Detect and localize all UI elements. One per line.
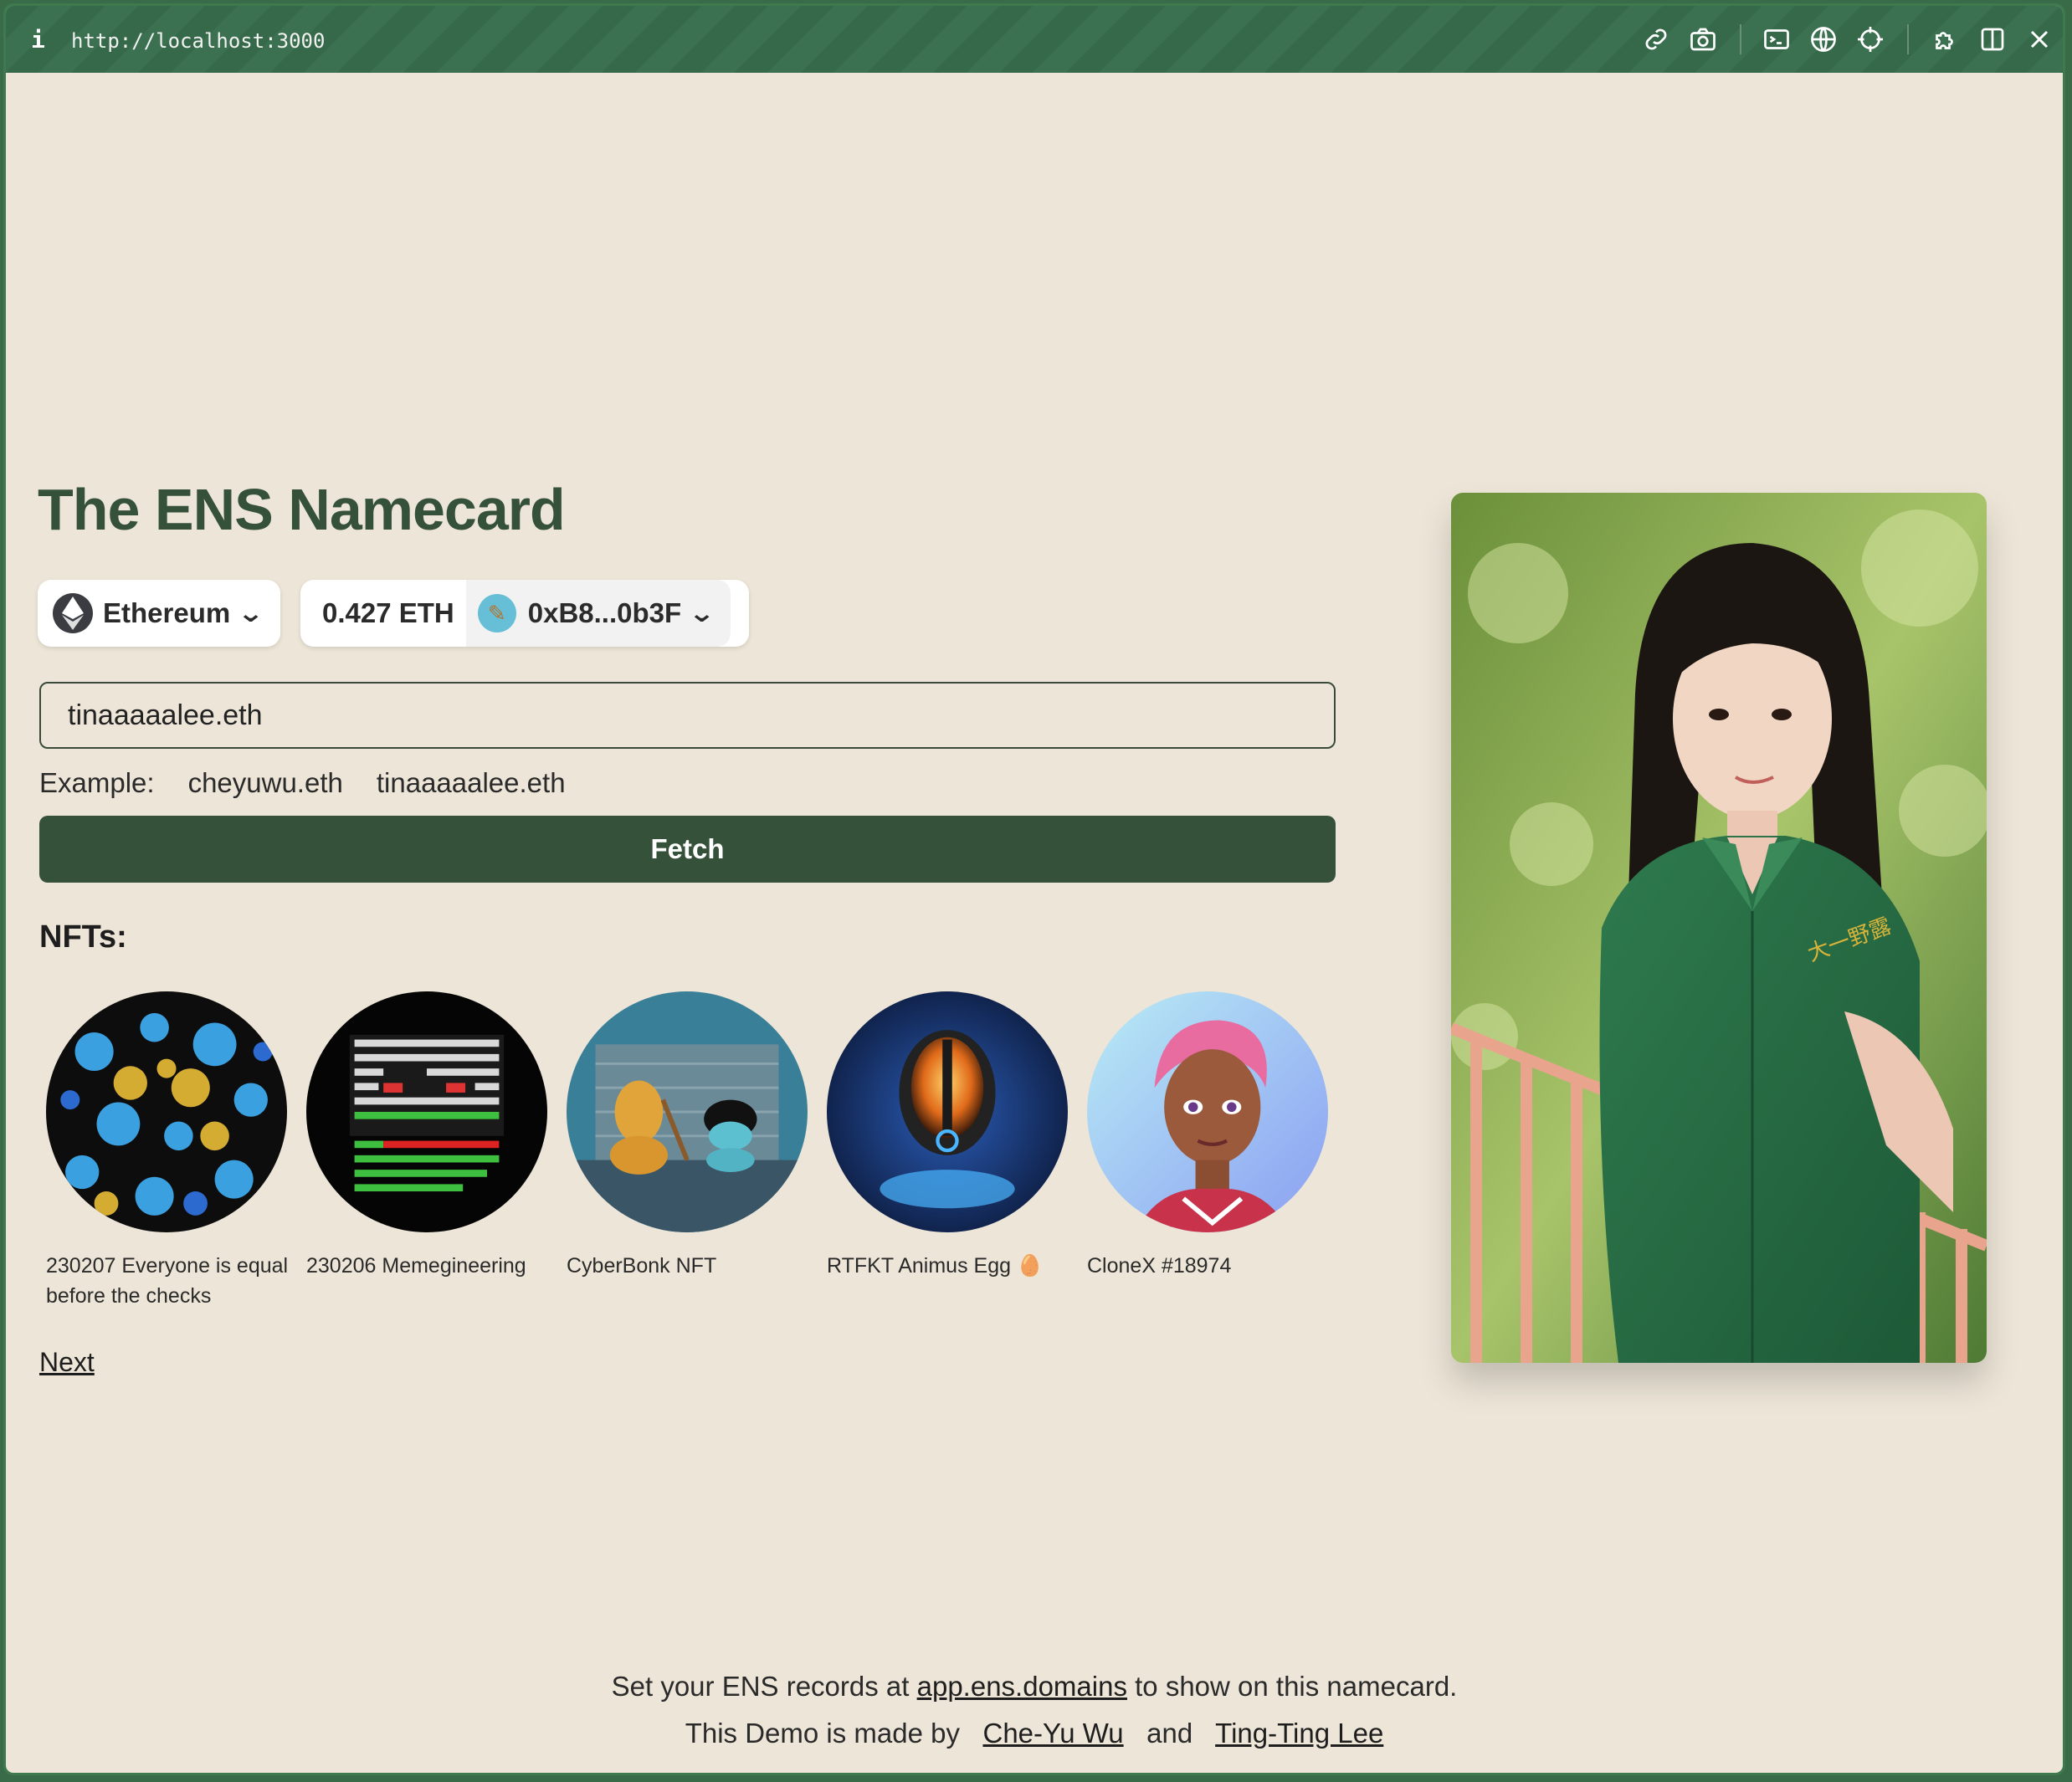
examples-row: Example: cheyuwu.eth tinaaaaalee.eth <box>39 767 566 799</box>
author-link-ting-ting-lee[interactable]: Ting-Ting Lee <box>1215 1718 1383 1749</box>
terminal-icon[interactable] <box>1762 24 1792 54</box>
camera-icon[interactable] <box>1688 24 1718 54</box>
profile-avatar-image: 大一野露 <box>1451 493 1987 1363</box>
examples-label: Example: <box>39 767 155 798</box>
example-link-tinaaaaalee[interactable]: tinaaaaalee.eth <box>377 767 566 799</box>
chevron-down-icon: ⌄ <box>237 598 265 628</box>
browser-window: i http://localhost:3000 The ENS Namecard <box>3 3 2065 1775</box>
split-view-icon[interactable] <box>1977 24 2008 54</box>
footer-line-2: This Demo is made by Che-Yu Wu and Ting-… <box>6 1718 2063 1749</box>
nft-card[interactable]: 230207 Everyone is equal before the chec… <box>46 991 289 1311</box>
ens-app-link[interactable]: app.ens.domains <box>917 1671 1127 1702</box>
nft-image[interactable] <box>46 991 287 1232</box>
nft-image[interactable] <box>827 991 1068 1232</box>
nft-image[interactable] <box>567 991 808 1232</box>
toolbar-divider <box>1740 24 1741 54</box>
toolbar-divider <box>1907 24 1909 54</box>
example-link-cheyuwu[interactable]: cheyuwu.eth <box>188 767 343 799</box>
nft-card[interactable]: RTFKT Animus Egg 🥚 <box>827 991 1069 1281</box>
wallet-button[interactable]: 0.427 ETH ✎ 0xB8...0b3F ⌄ <box>300 580 749 647</box>
nft-name: CyberBonk NFT <box>567 1254 717 1278</box>
footer-text: Set your ENS records at <box>611 1671 910 1702</box>
footer-text: This Demo is made by <box>685 1718 960 1749</box>
nft-image[interactable] <box>1087 991 1328 1232</box>
account-button[interactable]: ✎ 0xB8...0b3F ⌄ <box>465 580 731 647</box>
network-label: Ethereum <box>103 597 231 628</box>
link-icon[interactable] <box>1641 24 1671 54</box>
nft-card[interactable]: 230206 Memegineering <box>306 991 549 1281</box>
nft-name: CloneX #18974 <box>1087 1254 1232 1278</box>
close-icon[interactable] <box>2024 24 2054 54</box>
footer-line-1: Set your ENS records at app.ens.domains … <box>6 1671 2063 1703</box>
ethereum-icon <box>53 593 93 633</box>
footer-text: to show on this namecard. <box>1135 1671 1458 1702</box>
ens-name-input[interactable] <box>39 682 1336 749</box>
fetch-button[interactable]: Fetch <box>39 816 1336 883</box>
nft-name: 230207 Everyone is equal before the chec… <box>46 1254 289 1308</box>
nft-card[interactable]: CyberBonk NFT <box>567 991 809 1281</box>
globe-icon[interactable] <box>1808 24 1839 54</box>
page-title: The ENS Namecard <box>38 477 566 542</box>
url-display[interactable]: http://localhost:3000 <box>71 29 325 53</box>
nft-card[interactable]: CloneX #18974 <box>1087 991 1330 1281</box>
nft-image[interactable] <box>306 991 547 1232</box>
nft-name: RTFKT Animus Egg 🥚 <box>827 1254 1044 1278</box>
network-selector[interactable]: Ethereum ⌄ <box>38 580 280 647</box>
extension-icon[interactable] <box>1931 24 1961 54</box>
author-link-che-yu-wu[interactable]: Che-Yu Wu <box>982 1718 1123 1749</box>
wallet-balance: 0.427 ETH <box>322 597 454 628</box>
next-page-link[interactable]: Next <box>39 1347 95 1378</box>
info-icon[interactable]: i <box>31 26 45 54</box>
chevron-down-icon: ⌄ <box>688 598 716 628</box>
wallet-address: 0xB8...0b3F <box>527 597 682 628</box>
nfts-heading: NFTs: <box>39 919 127 955</box>
nft-name: 230206 Memegineering <box>306 1254 526 1278</box>
footer-text: and <box>1146 1718 1193 1749</box>
crosshair-icon[interactable] <box>1855 24 1885 54</box>
account-avatar: ✎ <box>477 594 516 632</box>
browser-titlebar: i http://localhost:3000 <box>6 6 2063 73</box>
